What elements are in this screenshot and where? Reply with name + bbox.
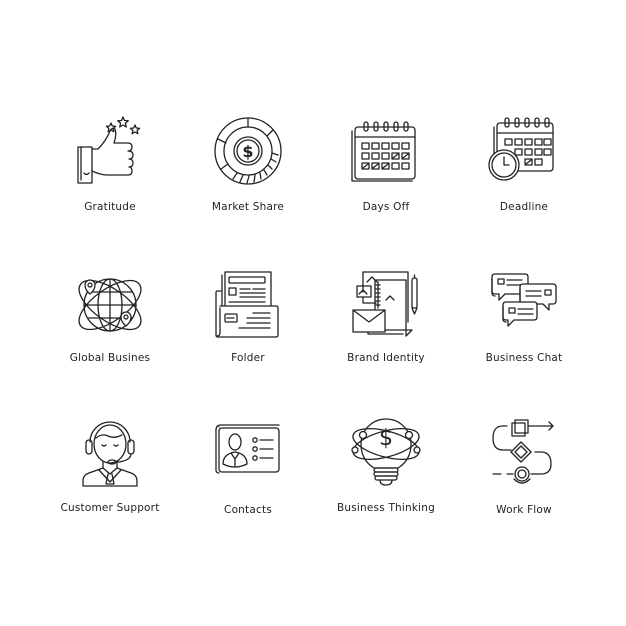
thumbs-up-stars-icon <box>77 116 141 184</box>
headset-agent-icon <box>82 421 138 487</box>
icon-tile-brand-identity: Brand Identity <box>316 270 456 390</box>
folder-documents-icon <box>215 271 279 338</box>
brand-stationery-icon <box>352 271 418 337</box>
chat-bubbles-icon <box>491 273 557 327</box>
icon-tile-folder: Folder <box>178 270 318 390</box>
icon-tile-business-thinking: $ Business Thinking <box>316 418 456 538</box>
icon-label: Brand Identity <box>347 352 425 364</box>
icon-tile-work-flow: Work Flow <box>454 418 594 538</box>
dollar-sign: $ <box>242 142 253 161</box>
icon-label: Gratitude <box>84 201 136 213</box>
lightbulb-dollar-icon: $ <box>351 418 421 486</box>
globe-orbit-icon <box>78 278 142 332</box>
icon-label: Work Flow <box>496 504 552 516</box>
dollar-sign: $ <box>379 426 393 451</box>
icon-tile-market-share: $ Market Share <box>178 115 318 235</box>
calendar-clock-icon <box>488 117 554 181</box>
calendar-icon <box>351 121 416 182</box>
icon-label: Business Chat <box>485 352 563 364</box>
icon-label: Market Share <box>211 201 285 213</box>
icon-tile-customer-support: Customer Support <box>40 418 180 538</box>
icon-tile-business-chat: Business Chat <box>454 270 594 390</box>
icon-tile-gratitude: Gratitude <box>40 115 180 235</box>
icon-label: Days Off <box>362 201 410 213</box>
icon-label: Contacts <box>224 504 272 516</box>
icon-tile-days-off: Days Off <box>316 115 456 235</box>
icon-tile-deadline: Deadline <box>454 115 594 235</box>
icon-label: Customer Support <box>60 502 160 514</box>
icon-tile-contacts: Contacts <box>178 418 318 538</box>
icon-label: Folder <box>231 352 265 364</box>
icon-tile-global-business: Global Busines <box>40 270 180 390</box>
icon-label: Business Thinking <box>337 502 435 514</box>
icon-label: Deadline <box>499 201 549 213</box>
icon-label: Global Busines <box>69 352 151 364</box>
contact-card-icon <box>215 424 280 474</box>
workflow-icon <box>492 419 554 484</box>
pie-dollar-icon: $ <box>214 117 282 185</box>
